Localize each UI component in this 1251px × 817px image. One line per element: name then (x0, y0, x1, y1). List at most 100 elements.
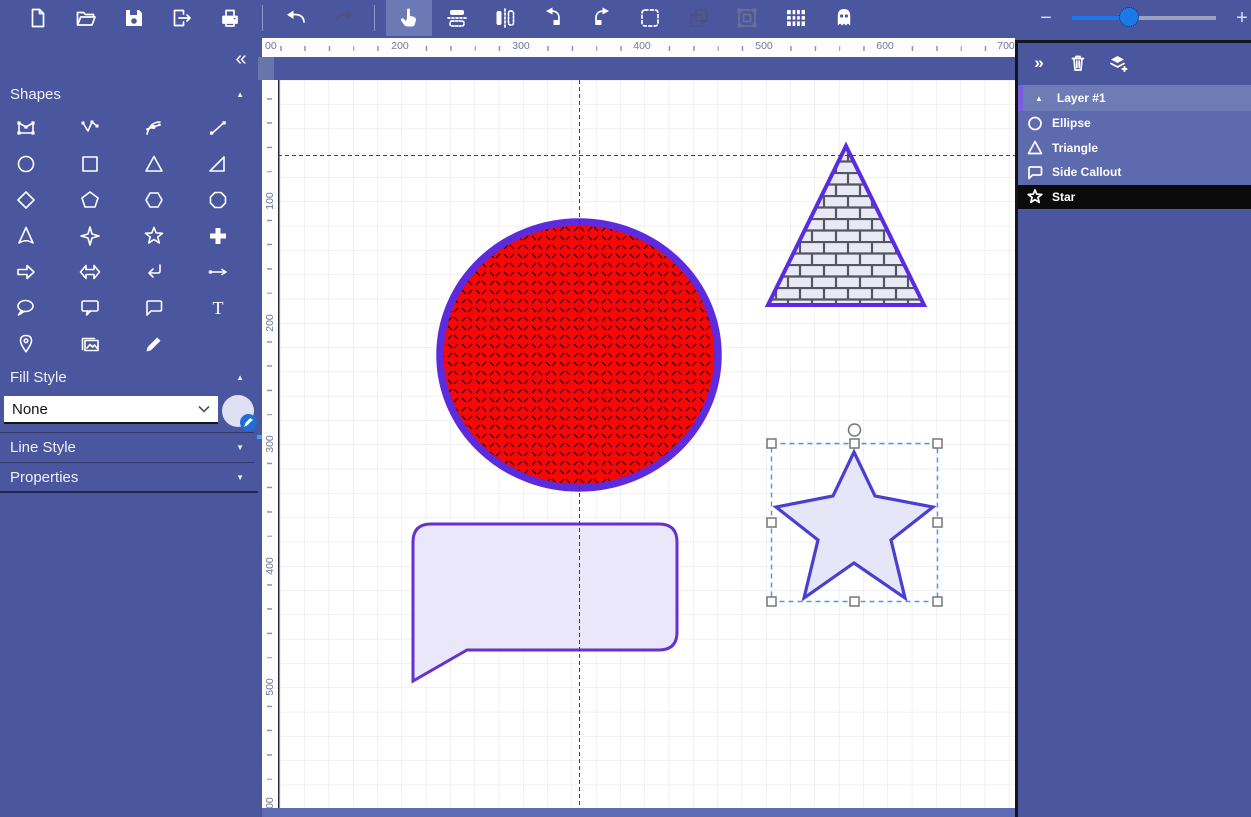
fill-style-dropdown[interactable]: None (4, 396, 218, 424)
fill-color-swatch[interactable] (222, 395, 254, 427)
horizontal-ruler: 00 200 300 400 500 600 700 (262, 38, 1015, 57)
oval-callout-tool[interactable] (9, 293, 43, 323)
cross-tool[interactable] (201, 221, 235, 251)
zoom-slider-thumb[interactable] (1119, 7, 1139, 27)
right-triangle-tool[interactable] (201, 149, 235, 179)
image-icon (78, 332, 102, 356)
resize-handle-ne[interactable] (933, 439, 942, 448)
resize-handle-nw[interactable] (767, 439, 776, 448)
fill-style-title: Fill Style (10, 369, 67, 386)
marquee-select-button[interactable] (626, 0, 674, 36)
return-arrow-tool[interactable] (137, 257, 171, 287)
pointer-tool-button[interactable] (386, 0, 432, 36)
trash-icon (1069, 54, 1087, 72)
drawing-canvas[interactable] (278, 80, 1015, 808)
pencil-tool[interactable] (137, 329, 171, 359)
triangle-tool[interactable] (137, 149, 171, 179)
layer-row[interactable]: ▲ Layer #1 (1018, 85, 1251, 111)
curve-tool[interactable] (137, 113, 171, 143)
new-file-button[interactable] (14, 0, 62, 36)
three-point-star-tool[interactable] (9, 221, 43, 251)
fill-style-section-header[interactable]: Fill Style ▲ (0, 364, 254, 390)
add-layer-button[interactable] (1098, 48, 1138, 78)
side-callout-tool[interactable] (137, 293, 171, 323)
map-pin-tool[interactable] (9, 329, 43, 359)
arrow-right-tool[interactable] (9, 257, 43, 287)
ruler-label: 400 (264, 555, 276, 577)
resize-handle-e[interactable] (933, 518, 942, 527)
resize-handle-se[interactable] (933, 597, 942, 606)
chevron-down-icon: ▼ (236, 473, 244, 482)
resize-handle-w[interactable] (767, 518, 776, 527)
layer-item-side-callout[interactable]: Side Callout (1018, 160, 1251, 185)
line-style-section-header[interactable]: Line Style ▼ (0, 432, 254, 462)
drawing-app-window: − + « Shapes ▲ (0, 0, 1251, 817)
four-point-star-tool[interactable] (73, 221, 107, 251)
zoom-out-button[interactable]: − (1032, 0, 1060, 36)
diamond-tool[interactable] (9, 185, 43, 215)
resize-handle-s[interactable] (850, 597, 859, 606)
layers-panel: » ▲ Layer #1 Ellipse (1015, 40, 1251, 817)
resize-handle-sw[interactable] (767, 597, 776, 606)
print-icon (218, 6, 242, 30)
flip-horizontal-button[interactable] (481, 0, 529, 36)
triangle-icon (142, 152, 166, 176)
open-button[interactable] (62, 0, 110, 36)
export-button[interactable] (158, 0, 206, 36)
triangle-icon (1026, 139, 1044, 156)
add-layer-icon (1108, 54, 1128, 73)
resize-handle-n[interactable] (850, 439, 859, 448)
delete-layer-button[interactable] (1058, 48, 1098, 78)
hexagon-tool[interactable] (137, 185, 171, 215)
measure-line-icon (206, 260, 230, 284)
grid-button[interactable] (772, 0, 820, 36)
svg-text:T: T (213, 298, 224, 318)
rotate-left-button[interactable] (529, 0, 577, 36)
text-tool[interactable]: T (201, 293, 235, 323)
double-arrow-tool[interactable] (73, 257, 107, 287)
measure-line-tool[interactable] (201, 257, 235, 287)
edit-shape-tool[interactable] (9, 113, 43, 143)
five-point-star-tool[interactable] (137, 221, 171, 251)
save-button[interactable] (110, 0, 158, 36)
pentagon-tool[interactable] (73, 185, 107, 215)
pentagon-icon (78, 188, 102, 212)
layer-item-star[interactable]: Star (1018, 185, 1251, 210)
zoom-slider-track[interactable] (1072, 16, 1216, 20)
sidebar-divider (0, 491, 258, 493)
layer-item-ellipse[interactable]: Ellipse (1018, 111, 1251, 136)
three-point-star-icon (14, 224, 38, 248)
rectangle-tool[interactable] (73, 149, 107, 179)
flip-vertical-button[interactable] (433, 0, 481, 36)
ruler-label: 200 (390, 40, 410, 52)
shapes-section-header[interactable]: Shapes ▲ (0, 82, 254, 106)
chevron-down-icon (198, 405, 210, 413)
pencil-icon (142, 332, 166, 356)
ghost-button[interactable] (820, 0, 868, 36)
image-tool[interactable] (73, 329, 107, 359)
print-button[interactable] (206, 0, 254, 36)
diamond-icon (14, 188, 38, 212)
transform-frame-button[interactable] (723, 0, 771, 36)
rotate-right-button[interactable] (578, 0, 626, 36)
rotation-handle[interactable] (849, 424, 861, 436)
panel-expand-button[interactable]: » (1018, 48, 1058, 78)
undo-button[interactable] (272, 0, 320, 36)
line-tool[interactable] (201, 113, 235, 143)
pointer-hand-icon (396, 5, 422, 31)
horizontal-scrollbar[interactable] (262, 808, 1015, 817)
ghost-icon (831, 5, 857, 31)
ellipse-tool[interactable] (9, 149, 43, 179)
zoom-in-button[interactable]: + (1228, 0, 1251, 36)
send-backward-icon (686, 5, 712, 31)
rect-callout-tool[interactable] (73, 293, 107, 323)
grid-icon (783, 5, 809, 31)
sidebar-collapse-button[interactable]: « (226, 46, 256, 72)
polyline-tool[interactable] (73, 113, 107, 143)
eyedropper-button[interactable] (240, 414, 257, 431)
layer-item-triangle[interactable]: Triangle (1018, 136, 1251, 161)
octagon-tool[interactable] (201, 185, 235, 215)
redo-button[interactable] (320, 0, 368, 36)
send-backward-button[interactable] (675, 0, 723, 36)
properties-section-header[interactable]: Properties ▼ (0, 462, 254, 491)
